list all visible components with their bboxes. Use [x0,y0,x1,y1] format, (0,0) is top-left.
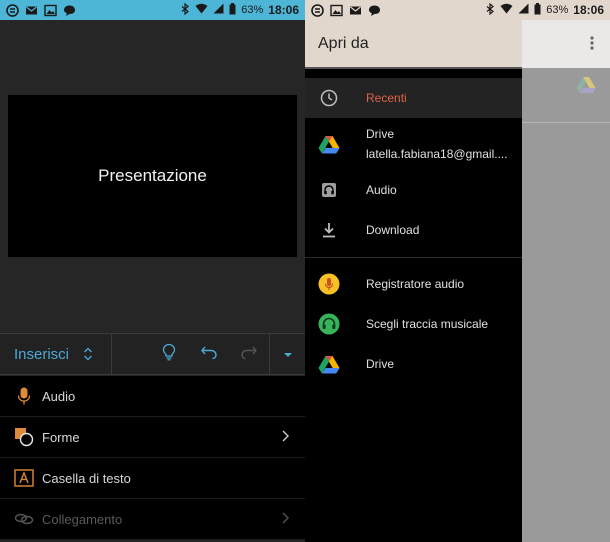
bluetooth-icon [486,2,495,18]
battery-icon [229,2,236,18]
status-bar-left: 63% 18:06 [0,0,305,20]
drawer-item-drive[interactable]: Drive [305,344,522,384]
download-icon [318,219,340,241]
drawer-item-label: Scegli traccia musicale [366,317,489,331]
gmail-icon [349,4,362,17]
clock: 18:06 [573,3,604,17]
insert-tab-selector[interactable]: Inserisci [0,334,112,374]
drawer-item-music-track[interactable]: Scegli traccia musicale [305,304,522,344]
signal-icon [213,3,224,17]
menu-item-shapes[interactable]: Forme [0,417,305,458]
menu-item-label: Casella di testo [42,470,131,486]
drive-account-email: latella.fabiana18@gmail.... [366,147,508,161]
chevron-up-down-icon [83,346,93,362]
ribbon-collapse-button[interactable] [269,334,305,374]
redo-button[interactable] [229,334,269,374]
undo-icon [200,344,218,365]
header-shadow [305,67,522,69]
drawer-title: Apri da [318,34,369,52]
wifi-icon [195,3,208,17]
status-bar-right: 63% 18:06 [305,0,610,20]
menu-item-text-box[interactable]: Casella di testo [0,458,305,499]
menu-item-label: Forme [42,429,80,445]
ribbon-toolbar: Inserisci [0,333,305,375]
drawer-item-label: Audio [366,183,397,197]
drawer-item-label: Download [366,223,420,237]
sync-app-icon [6,3,19,17]
chevron-right-icon [282,511,289,527]
drawer-item-drive-account[interactable]: Drive latella.fabiana18@gmail.... [305,118,522,170]
more-options-icon[interactable] [590,36,594,50]
bluetooth-icon [181,2,190,18]
divider [305,257,522,258]
chat-icon [63,4,76,17]
headphones-icon [318,179,340,201]
caret-down-icon [283,345,293,363]
insert-menu: Audio Forme Casella di testo Collegament… [0,376,305,540]
drawer-item-recent[interactable]: Recenti [305,78,522,118]
menu-item-label: Audio [42,388,76,404]
drawer-item-audio[interactable]: Audio [305,170,522,210]
menu-item-link[interactable]: Collegamento [0,499,305,540]
menu-item-label: Collegamento [42,511,123,527]
battery-percent: 63% [241,4,264,16]
drawer-item-label: Drive [366,127,395,141]
drawer-item-download[interactable]: Download [305,210,522,250]
image-icon [44,4,57,17]
drawer-item-label: Drive [366,357,395,371]
gmail-icon [25,4,38,17]
wifi-icon [500,3,513,17]
drawer-header: Apri da [305,20,522,67]
microphone-icon [14,386,34,406]
drive-icon [318,133,340,155]
drawer-item-audio-recorder[interactable]: Registratore audio [305,264,522,304]
text-box-icon [14,468,34,488]
undo-button[interactable] [189,334,229,374]
link-icon [14,509,34,529]
shapes-icon [14,427,34,447]
clock-icon [318,87,340,109]
presentation-editor: Presentazione Inserisci Audio Forme Case… [0,20,305,542]
ideas-button[interactable] [149,334,189,374]
chevron-right-icon [282,429,289,445]
music-headphones-icon [318,313,340,335]
redo-icon [240,344,258,365]
drive-icon [576,76,596,99]
insert-tab-label: Inserisci [14,345,70,363]
drawer-item-label: Registratore audio [366,277,465,291]
clock: 18:06 [268,3,299,17]
sync-app-icon [311,3,324,17]
slide-canvas[interactable]: Presentazione [8,95,297,257]
battery-icon [534,2,541,18]
image-icon [330,4,343,17]
drive-icon [318,353,340,375]
chat-icon [368,4,381,17]
menu-item-audio[interactable]: Audio [0,376,305,417]
signal-icon [518,3,529,17]
open-from-drawer: Apri da Recenti Drive latella.fabiana18@… [305,20,522,542]
slide-title[interactable]: Presentazione [98,166,207,186]
drawer-item-label: Recenti [366,91,407,105]
lightbulb-icon [162,343,176,366]
battery-percent: 63% [546,4,569,16]
voice-recorder-icon [318,273,340,295]
